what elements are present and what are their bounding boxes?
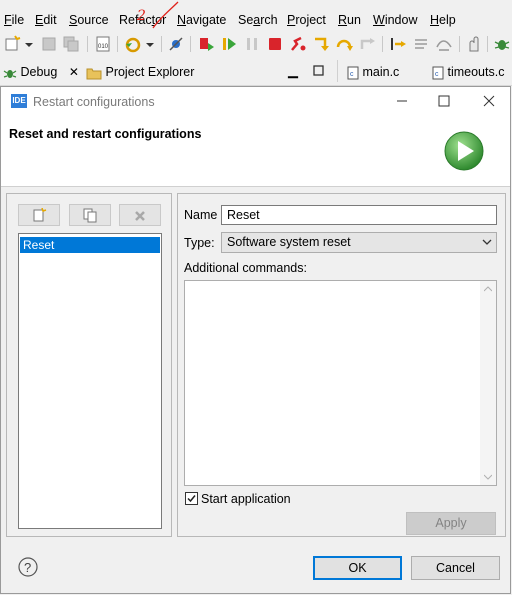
- tab-timeouts-c[interactable]: c timeouts.c: [432, 62, 504, 82]
- dialog-titlebar: IDE Restart configurations: [1, 87, 510, 116]
- new-icon[interactable]: [4, 35, 22, 53]
- tab-main-c[interactable]: c main.c: [347, 62, 399, 82]
- step-over-icon[interactable]: [335, 35, 353, 53]
- skip-breakpoints-icon[interactable]: [167, 35, 185, 53]
- restart-configurations-dialog: IDE Restart configurations Reset and res…: [0, 86, 511, 594]
- tab-debug-label: Debug: [20, 65, 58, 79]
- type-select-value: Software system reset: [227, 235, 351, 249]
- terminate-relaunch-icon[interactable]: [197, 35, 215, 53]
- type-select[interactable]: Software system reset: [221, 232, 497, 253]
- menu-search[interactable]: Search: [238, 13, 278, 27]
- suspend-icon[interactable]: [243, 35, 261, 53]
- tab-timeouts-c-label: timeouts.c: [447, 65, 505, 79]
- tab-debug[interactable]: Debug ✕: [3, 62, 79, 82]
- tab-project-explorer[interactable]: Project Explorer: [86, 62, 194, 82]
- hand-pin-icon[interactable]: [465, 35, 483, 53]
- new-dropdown-icon[interactable]: [24, 35, 34, 53]
- list-item[interactable]: Reset: [20, 237, 160, 253]
- view-tabs-bar: Debug ✕ Project Explorer ▁ c main.c c ti…: [0, 58, 512, 86]
- menu-source[interactable]: Source: [69, 13, 109, 27]
- scroll-up-icon[interactable]: [484, 286, 492, 292]
- configuration-details-pane: Name Type: Software system reset Additio…: [177, 193, 506, 537]
- step-into-icon[interactable]: [312, 35, 330, 53]
- start-application-label: Start application: [201, 492, 291, 506]
- delete-icon: [135, 211, 145, 221]
- configuration-list: Reset: [18, 233, 162, 529]
- maximize-view-icon[interactable]: [313, 65, 324, 76]
- menu-help[interactable]: Help: [430, 13, 456, 27]
- tab-main-c-label: main.c: [362, 65, 400, 79]
- ide-logo-icon: IDE: [11, 94, 27, 108]
- drop-to-frame-icon[interactable]: [412, 35, 430, 53]
- dialog-header: Reset and restart configurations: [1, 116, 510, 187]
- maximize-window-icon[interactable]: [434, 91, 454, 111]
- terminate-icon[interactable]: [266, 35, 284, 53]
- scroll-down-icon[interactable]: [484, 474, 492, 480]
- menu-project[interactable]: Project: [287, 13, 326, 27]
- menu-edit[interactable]: Edit: [35, 13, 57, 27]
- type-label: Type:: [184, 236, 215, 250]
- chevron-down-icon: [482, 239, 492, 245]
- svg-text:010: 010: [98, 44, 109, 50]
- use-step-filters-icon[interactable]: [435, 35, 453, 53]
- start-application-checkbox[interactable]: [185, 492, 198, 505]
- menu-window[interactable]: Window: [373, 13, 417, 27]
- name-field[interactable]: [221, 205, 497, 225]
- bug-icon: [3, 69, 17, 78]
- close-icon[interactable]: ✕: [69, 65, 79, 79]
- restart-dropdown-icon[interactable]: [145, 35, 155, 53]
- dialog-header-title: Reset and restart configurations: [9, 127, 202, 141]
- name-label: Name: [184, 208, 218, 222]
- vertical-scrollbar[interactable]: [480, 281, 496, 485]
- new-configuration-button[interactable]: [18, 204, 60, 226]
- checkmark-icon: [187, 495, 196, 503]
- menu-run[interactable]: Run: [338, 13, 361, 27]
- configuration-list-pane: Reset: [6, 193, 172, 537]
- c-file-icon: c: [432, 66, 444, 80]
- debug-bug-icon[interactable]: [493, 35, 511, 53]
- duplicate-configuration-button[interactable]: [69, 204, 111, 226]
- disconnect-icon[interactable]: [289, 35, 307, 53]
- step-return-icon[interactable]: [358, 35, 376, 53]
- dialog-title: Restart configurations: [33, 95, 155, 109]
- save-icon[interactable]: [40, 35, 58, 53]
- minimize-view-icon[interactable]: ▁: [288, 63, 298, 79]
- svg-text:?: ?: [24, 560, 31, 575]
- apply-button[interactable]: Apply: [406, 512, 496, 535]
- additional-commands-label: Additional commands:: [184, 261, 307, 275]
- ok-button[interactable]: OK: [313, 556, 402, 580]
- delete-configuration-button[interactable]: [119, 204, 161, 226]
- build-binary-icon[interactable]: 010: [94, 35, 112, 53]
- tab-project-explorer-label: Project Explorer: [105, 65, 195, 79]
- additional-commands-textarea[interactable]: [184, 280, 497, 486]
- folder-icon: [86, 68, 102, 80]
- menu-refactor[interactable]: Refactor: [119, 13, 166, 27]
- restart-icon[interactable]: [124, 35, 142, 53]
- svg-text:c: c: [435, 71, 439, 78]
- instruction-stepping-icon[interactable]: [389, 35, 407, 53]
- c-file-icon: c: [347, 66, 359, 80]
- copy-icon: [83, 208, 97, 223]
- menu-bar: File Edit Source Refactor Navigate Searc…: [0, 0, 512, 30]
- menu-navigate[interactable]: Navigate: [177, 13, 226, 27]
- save-all-icon[interactable]: [62, 35, 80, 53]
- main-toolbar: 010: [0, 30, 512, 58]
- minimize-window-icon[interactable]: [392, 91, 412, 111]
- svg-text:c: c: [350, 71, 354, 78]
- menu-file[interactable]: File: [4, 13, 24, 27]
- cancel-button[interactable]: Cancel: [411, 556, 500, 580]
- close-window-icon[interactable]: [479, 91, 499, 111]
- help-icon[interactable]: ?: [18, 557, 38, 577]
- resume-icon[interactable]: [220, 35, 238, 53]
- play-icon: [444, 131, 484, 171]
- new-file-icon: [33, 208, 47, 222]
